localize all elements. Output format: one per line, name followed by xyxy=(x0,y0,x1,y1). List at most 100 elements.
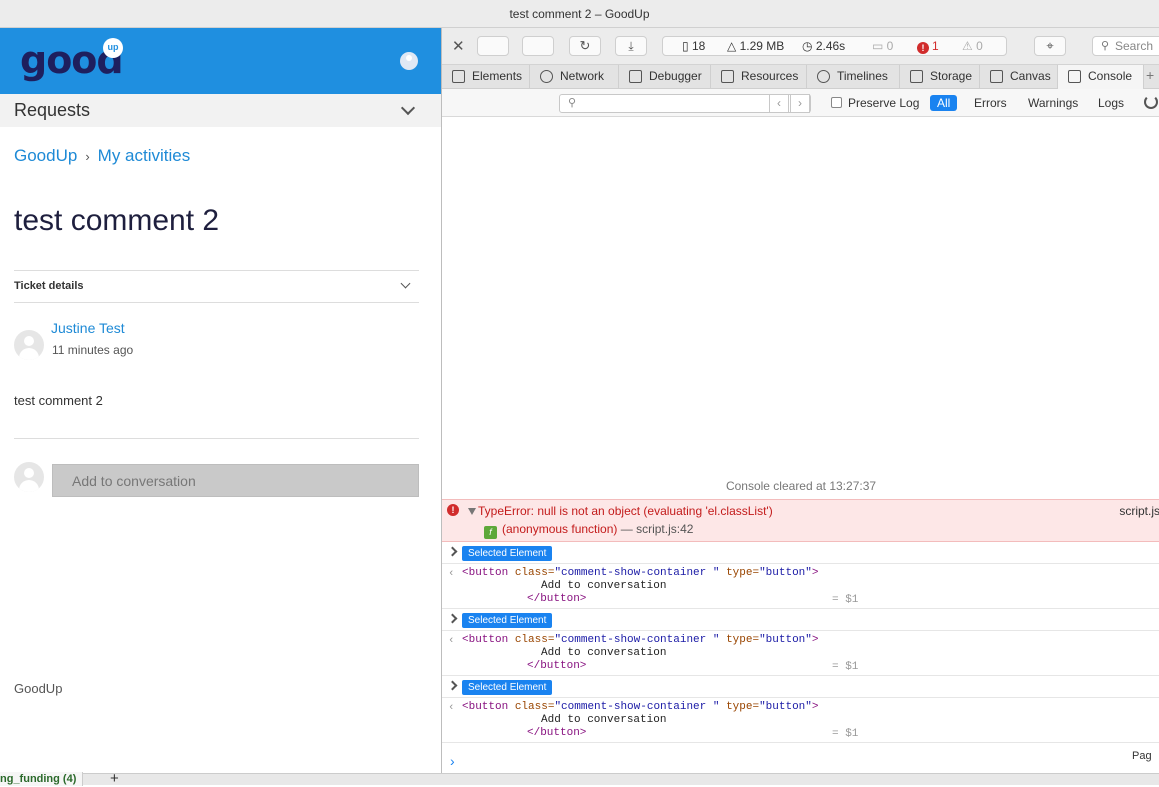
detach-icon[interactable] xyxy=(477,36,509,56)
chevron-right-icon[interactable] xyxy=(447,546,458,557)
resources-icon xyxy=(721,70,734,83)
chevron-down-icon xyxy=(400,100,416,116)
load-time[interactable]: ◷ 2.46s xyxy=(802,39,845,53)
tab-console[interactable]: Console xyxy=(1058,65,1144,89)
breadcrumb-home[interactable]: GoodUp xyxy=(14,146,77,165)
comment-time: 11 minutes ago xyxy=(52,343,134,357)
timelines-icon xyxy=(817,70,830,83)
console-prompt[interactable]: › xyxy=(450,753,455,769)
search-icon: ⚲ xyxy=(1101,40,1110,52)
console-result-entry[interactable]: ‹ <button class="comment-show-container … xyxy=(442,631,1159,676)
ticket-details-label: Ticket details xyxy=(14,280,84,292)
comment-author[interactable]: Justine Test xyxy=(51,320,125,336)
ticket-details-toggle[interactable]: Ticket details xyxy=(14,270,419,303)
result-arrow-icon: ‹ xyxy=(448,702,455,714)
code-close-tag: </button> xyxy=(527,660,587,672)
tab-resources[interactable]: Resources xyxy=(711,65,807,89)
error-icon: ! xyxy=(917,42,929,54)
console-error-entry[interactable]: ! TypeError: null is not an object (eval… xyxy=(442,499,1159,542)
reload-icon[interactable]: ↻ xyxy=(569,36,601,56)
tab-debugger[interactable]: Debugger xyxy=(619,65,711,89)
canvas-icon xyxy=(990,70,1003,83)
code-open-tag: <button class="comment-show-container " … xyxy=(462,567,819,579)
footer-brand: GoodUp xyxy=(14,681,63,696)
code-inner-text: Add to conversation xyxy=(541,580,667,592)
tab-timelines[interactable]: Timelines xyxy=(807,65,900,89)
errors-count[interactable]: ! 1 xyxy=(917,39,939,54)
bottom-tab-strip: ng_funding (4) + xyxy=(0,770,1159,787)
close-icon[interactable]: ✕ xyxy=(452,37,465,55)
filter-errors[interactable]: Errors xyxy=(967,95,1014,111)
chevron-right-icon[interactable] xyxy=(447,680,458,691)
code-close-tag: </button> xyxy=(527,727,587,739)
storage-icon xyxy=(910,70,923,83)
goodup-logo-badge: up xyxy=(103,38,123,58)
selected-element-badge: Selected Element xyxy=(462,546,553,561)
requests-dropdown[interactable]: Requests xyxy=(0,94,441,127)
add-tab-button[interactable]: + xyxy=(110,770,119,787)
console-cleared-message: Console cleared at 13:27:37 xyxy=(725,479,877,493)
dock-icon[interactable] xyxy=(522,36,554,56)
result-variable: = $1 xyxy=(832,594,859,606)
result-arrow-icon: ‹ xyxy=(448,568,455,580)
crosshair-icon[interactable]: ⌖ xyxy=(1034,36,1066,56)
console-result-entry[interactable]: ‹ <button class="comment-show-container … xyxy=(442,564,1159,609)
chevron-right-icon[interactable] xyxy=(447,613,458,624)
code-open-tag: <button class="comment-show-container " … xyxy=(462,634,819,646)
selected-element-entry[interactable]: Selected Element xyxy=(442,542,1159,564)
debugger-icon xyxy=(629,70,642,83)
result-variable: = $1 xyxy=(832,661,859,673)
filter-all[interactable]: All xyxy=(930,95,958,111)
avatar xyxy=(14,462,44,492)
chevron-right-icon[interactable]: › xyxy=(790,94,810,113)
code-inner-text: Add to conversation xyxy=(541,714,667,726)
chevron-down-icon xyxy=(400,278,411,289)
console-output: Console cleared at 13:27:37 ! TypeError:… xyxy=(442,117,1159,773)
logs-count[interactable]: ▭ 0 xyxy=(872,39,893,53)
app-panel: good up Requests GoodUp › My activities te… xyxy=(0,28,441,773)
code-inner-text: Add to conversation xyxy=(541,647,667,659)
inspector-tabs: Elements Network Debugger Resources Time… xyxy=(442,65,1159,89)
error-source-link[interactable]: script.js xyxy=(1119,504,1159,518)
preserve-log-checkbox[interactable]: Preserve Log xyxy=(831,96,919,110)
selected-element-badge: Selected Element xyxy=(462,613,553,628)
stack-frame[interactable]: f (anonymous function) — script.js:42 xyxy=(484,522,693,539)
selected-element-entry[interactable]: Selected Element xyxy=(442,609,1159,631)
tab-storage[interactable]: Storage xyxy=(900,65,980,89)
selected-element-entry[interactable]: Selected Element xyxy=(442,676,1159,698)
code-open-tag: <button class="comment-show-container " … xyxy=(462,701,819,713)
bottom-tab[interactable]: ng_funding (4) xyxy=(0,772,84,786)
error-message: TypeError: null is not an object (evalua… xyxy=(478,504,773,518)
app-header: good up xyxy=(0,28,441,94)
breadcrumb-my-activities[interactable]: My activities xyxy=(98,146,191,165)
console-icon xyxy=(1068,70,1081,83)
code-close-tag: </button> xyxy=(527,593,587,605)
page-title: test comment 2 xyxy=(14,204,220,237)
user-avatar-icon[interactable] xyxy=(400,52,418,70)
avatar xyxy=(14,330,44,360)
breadcrumb: GoodUp › My activities xyxy=(14,146,190,166)
resources-count[interactable]: ▯ 18 xyxy=(682,39,705,53)
comment-body: test comment 2 xyxy=(14,393,103,408)
network-icon xyxy=(540,70,553,83)
requests-label: Requests xyxy=(14,100,91,120)
warnings-count[interactable]: ⚠ 0 xyxy=(962,39,983,53)
filter-logs[interactable]: Logs xyxy=(1091,95,1131,111)
tab-canvas[interactable]: Canvas xyxy=(980,65,1058,89)
add-tab-icon[interactable]: + xyxy=(1146,67,1154,83)
divider xyxy=(14,438,419,439)
filter-warnings[interactable]: Warnings xyxy=(1021,95,1085,111)
console-result-entry[interactable]: ‹ <button class="comment-show-container … xyxy=(442,698,1159,743)
window-title: test comment 2 – GoodUp xyxy=(0,0,1159,28)
transfer-size[interactable]: △ 1.29 MB xyxy=(727,39,784,53)
chevron-left-icon[interactable]: ‹ xyxy=(769,94,789,113)
disclosure-triangle-icon[interactable] xyxy=(468,508,476,515)
inspector-toolbar: ✕ ↻ ⤓ ▯ 18 △ 1.29 MB ◷ 2.46s ▭ 0 ! 1 ⚠ 0 … xyxy=(442,28,1159,65)
tab-elements[interactable]: Elements xyxy=(442,65,530,89)
add-to-conversation-button[interactable]: Add to conversation xyxy=(52,464,419,497)
result-arrow-icon: ‹ xyxy=(448,635,455,647)
download-icon[interactable]: ⤓ xyxy=(615,36,647,56)
tab-network[interactable]: Network xyxy=(530,65,619,89)
clear-console-icon[interactable] xyxy=(1144,95,1158,109)
page-context-selector[interactable]: Pag xyxy=(1132,750,1152,762)
